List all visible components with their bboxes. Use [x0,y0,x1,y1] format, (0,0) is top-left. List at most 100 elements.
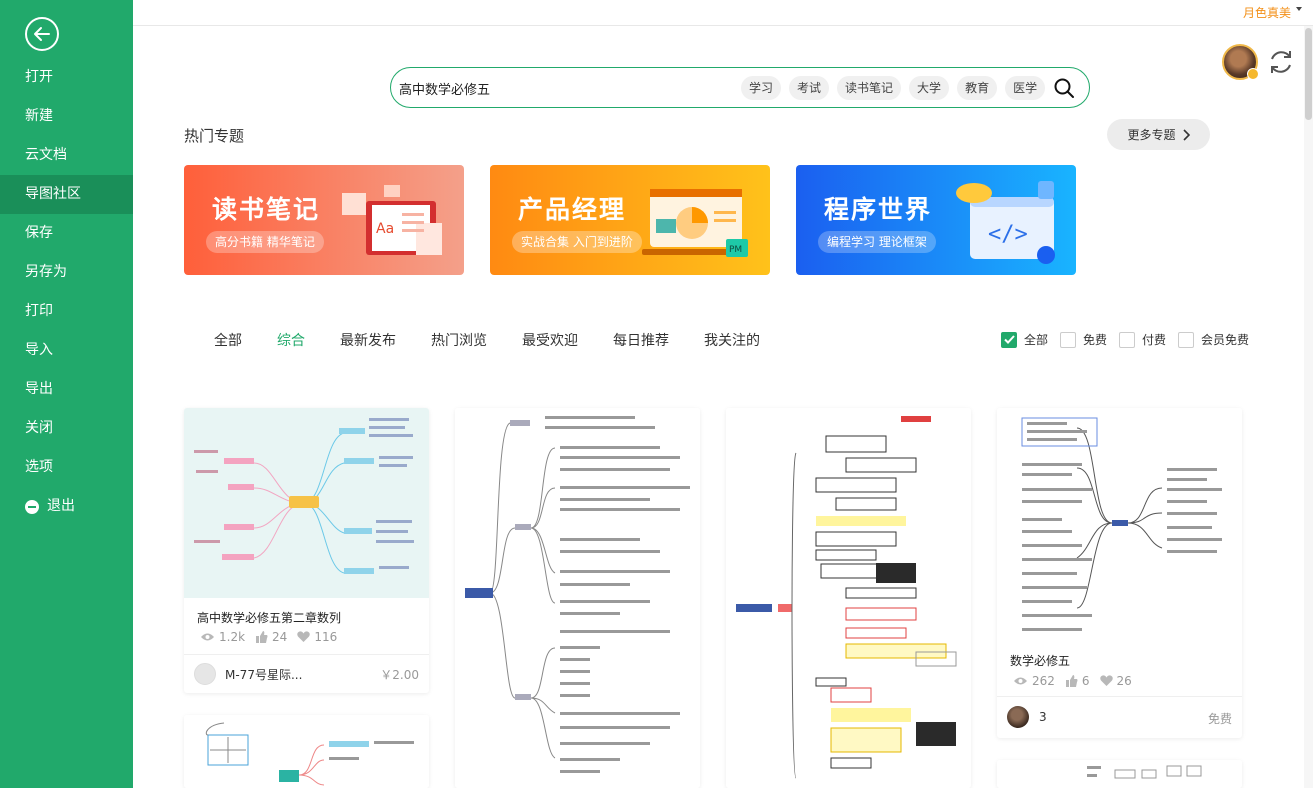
sidebar-item-label: 退出 [47,498,75,514]
filter-tabs: 全部 综合 最新发布 热门浏览 最受欢迎 每日推荐 我关注的 [214,330,795,350]
views-count: 262 [1032,674,1055,688]
hot-topics-title: 热门专题 [184,127,245,145]
sidebar-item-options[interactable]: 选项 [0,448,133,487]
heart-icon [1099,675,1113,686]
card-title: 数学必修五 [1010,654,1071,668]
sidebar-item-print[interactable]: 打印 [0,292,133,331]
search-tag[interactable]: 考试 [789,76,830,100]
card-stats: 262 6 26 [1013,674,1132,688]
scrollbar-thumb[interactable] [1305,28,1312,120]
map-card[interactable] [184,715,429,788]
price-filters: 全部 免费 付费 会员免费 [1001,331,1261,348]
arrow-left-icon [34,27,50,41]
banner-programming[interactable]: 程序世界 编程学习 理论框架 </> [796,165,1076,275]
refresh-icon[interactable] [1266,47,1296,77]
filter-label: 会员免费 [1201,333,1250,347]
sidebar-item-label: 云文档 [25,147,67,163]
sidebar-item-import[interactable]: 导入 [0,331,133,370]
author-name[interactable]: M-77号星际... [225,666,302,683]
top-bar: 月色真美 [133,0,1313,26]
tab-most-popular[interactable]: 最受欢迎 [522,330,578,350]
sidebar-item-close[interactable]: 关闭 [0,409,133,448]
tab-daily-pick[interactable]: 每日推荐 [613,330,669,350]
sidebar-item-label: 导图社区 [25,186,81,202]
heart-icon [297,631,311,642]
sidebar-item-exit[interactable]: 退出 [0,487,133,526]
sidebar-item-label: 选项 [25,459,53,475]
card-stats: 1.2k 24 116 [200,630,337,644]
price: 免费 [1207,712,1232,726]
sidebar-menu: 打开 新建 云文档 导图社区 保存 另存为 打印 导入 导出 关闭 选项 退出 [0,58,133,526]
code-window-illustration-icon: </> [956,181,1055,264]
sidebar-item-cloud-docs[interactable]: 云文档 [0,136,133,175]
thumbs-up-icon [256,631,268,643]
sidebar-item-label: 保存 [25,225,53,241]
mindmap-thumbnail [184,715,429,788]
sidebar-item-label: 导出 [25,381,53,397]
filter-label: 免费 [1083,333,1108,347]
banner-title: 程序世界 [824,195,933,224]
likes-count: 6 [1081,674,1090,688]
search-tag[interactable]: 医学 [1005,76,1046,100]
map-card[interactable] [726,408,971,788]
likes-count: 24 [272,630,288,644]
tab-latest[interactable]: 最新发布 [340,330,396,350]
filter-free-checkbox[interactable] [1060,331,1077,348]
map-card[interactable] [997,760,1242,788]
check-icon [1003,335,1015,344]
back-button[interactable] [25,17,59,51]
app-window: 打开 新建 云文档 导图社区 保存 另存为 打印 导入 导出 关闭 选项 退出 … [0,0,1313,788]
sidebar-item-open[interactable]: 打开 [0,58,133,97]
sidebar-item-export[interactable]: 导出 [0,370,133,409]
search-tag[interactable]: 读书笔记 [837,76,902,100]
user-name[interactable]: 月色真美 [1243,4,1291,21]
sidebar: 打开 新建 云文档 导图社区 保存 另存为 打印 导入 导出 关闭 选项 退出 [0,0,133,788]
mindmap-thumbnail [184,408,429,598]
sidebar-item-label: 打印 [25,303,53,319]
map-card[interactable]: 高中数学必修五第二章数列 1.2k 24 116 M-77号星际... ￥2.0… [184,408,429,693]
scrollbar[interactable] [1304,26,1313,788]
banner-product-manager[interactable]: 产品经理 实战合集 入门到进阶 PM [490,165,770,275]
more-topics-button[interactable]: 更多专题 [1107,119,1210,150]
sidebar-item-label: 另存为 [25,264,67,280]
filter-paid-checkbox[interactable] [1119,331,1136,348]
sidebar-item-save[interactable]: 保存 [0,214,133,253]
filter-all-checkbox[interactable] [1001,331,1017,348]
eye-icon [1014,677,1027,685]
views-count: 1.2k [219,630,246,644]
search-tag[interactable]: 大学 [909,76,950,100]
tab-all[interactable]: 全部 [214,330,242,350]
map-card[interactable] [455,408,700,788]
mindmap-thumbnail [997,760,1242,788]
avatar[interactable] [194,663,216,685]
banner-title: 读书笔记 [212,195,321,224]
price: ￥2.00 [380,668,419,682]
tab-following[interactable]: 我关注的 [704,330,760,350]
sidebar-item-new[interactable]: 新建 [0,97,133,136]
banner-reading-notes[interactable]: 读书笔记 高分书籍 精华笔记 Aa [184,165,464,275]
avatar[interactable] [1007,706,1029,728]
banner-art-text: PM [729,245,742,255]
caret-down-icon[interactable] [1296,7,1302,11]
tab-comprehensive[interactable]: 综合 [277,330,305,350]
sidebar-item-label: 打开 [25,69,53,85]
tab-hot-views[interactable]: 热门浏览 [431,330,487,350]
favorites-count: 116 [314,630,338,644]
search-tag[interactable]: 教育 [957,76,998,100]
sidebar-item-save-as[interactable]: 另存为 [0,253,133,292]
favorites-count: 26 [1116,674,1132,688]
more-topics-label: 更多专题 [1127,128,1176,142]
card-title: 高中数学必修五第二章数列 [197,611,342,625]
author-name[interactable]: 3 [1039,710,1047,724]
search-input[interactable] [399,77,719,99]
filter-label: 全部 [1024,333,1049,347]
search-icon[interactable] [1053,77,1075,99]
sidebar-item-label: 导入 [25,342,53,358]
sidebar-item-community[interactable]: 导图社区 [0,175,133,214]
filter-member-free-checkbox[interactable] [1178,331,1195,348]
banner-art-text: Aa [376,221,394,237]
search-tag[interactable]: 学习 [741,76,782,100]
book-illustration-icon: Aa [342,185,442,255]
map-card[interactable]: 数学必修五 262 6 26 3 免费 [997,408,1242,738]
mindmap-thumbnail [997,408,1242,643]
